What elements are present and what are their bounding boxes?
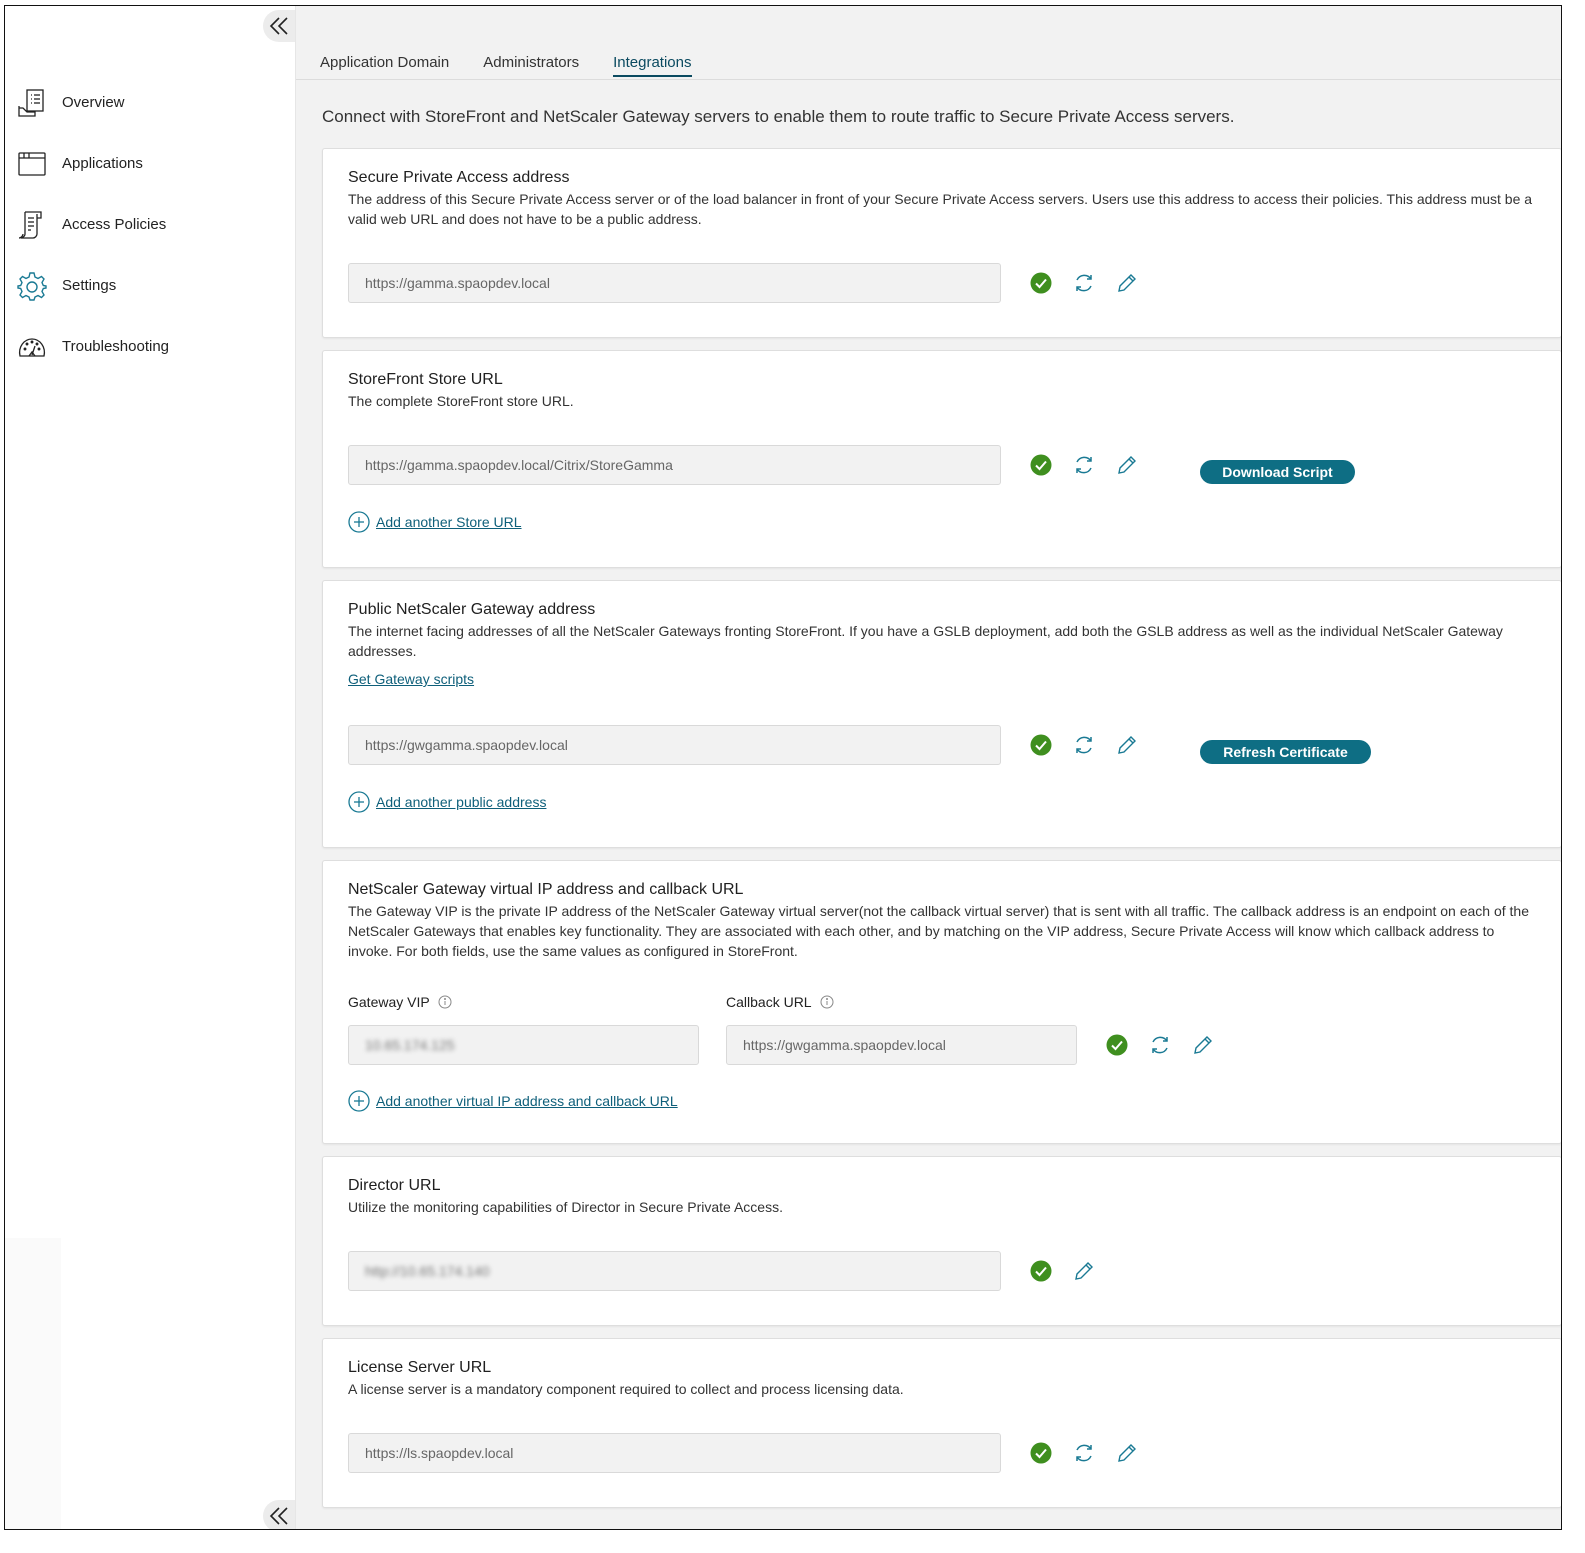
sidebar-nav: Overview Applications Access Policies Se… <box>17 72 169 377</box>
tab-bar: Application Domain Administrators Integr… <box>320 54 692 77</box>
sidebar-item-access-policies[interactable]: Access Policies <box>17 194 169 255</box>
callback-url-label: Callback URL <box>726 994 834 1010</box>
edit-pencil-icon[interactable] <box>1115 272 1138 295</box>
license-server-field[interactable]: https://ls.spaopdev.local <box>348 1433 1001 1473</box>
status-check-icon <box>1029 1260 1052 1283</box>
edit-pencil-icon[interactable] <box>1072 1260 1095 1283</box>
sidebar-item-troubleshooting[interactable]: Troubleshooting <box>17 316 169 377</box>
add-store-url-label[interactable]: Add another Store URL <box>376 514 522 530</box>
page-intro: Connect with StoreFront and NetScaler Ga… <box>322 107 1235 126</box>
sidebar-item-overview[interactable]: Overview <box>17 72 169 133</box>
card-description: Utilize the monitoring capabilities of D… <box>348 1199 783 1215</box>
sidebar-item-label: Applications <box>62 155 143 172</box>
collapse-sidebar-button-bottom[interactable] <box>263 1500 295 1529</box>
overview-icon <box>17 88 47 118</box>
add-public-address-label[interactable]: Add another public address <box>376 794 546 810</box>
gauge-icon <box>17 332 47 362</box>
status-check-icon <box>1029 454 1052 477</box>
public-gateway-field[interactable]: https://gwgamma.spaopdev.local <box>348 725 1001 765</box>
refresh-icon[interactable] <box>1072 734 1095 757</box>
download-script-button[interactable]: Download Script <box>1200 460 1355 484</box>
sidebar-item-label: Overview <box>62 94 125 111</box>
spa-address-field[interactable]: https://gamma.spaopdev.local <box>348 263 1001 303</box>
get-gateway-scripts-link[interactable]: Get Gateway scripts <box>348 671 474 687</box>
director-card: Director URL Utilize the monitoring capa… <box>322 1156 1561 1326</box>
edit-pencil-icon[interactable] <box>1191 1034 1214 1057</box>
add-circle-icon <box>348 1090 370 1112</box>
card-title: Director URL <box>348 1177 441 1194</box>
edit-pencil-icon[interactable] <box>1115 734 1138 757</box>
card-title: License Server URL <box>348 1359 492 1376</box>
gear-icon <box>17 271 47 301</box>
tab-divider <box>296 79 1561 80</box>
card-title: Secure Private Access address <box>348 169 570 186</box>
storefront-card: StoreFront Store URL The complete StoreF… <box>322 350 1561 568</box>
card-description: The Gateway VIP is the private IP addres… <box>348 903 1529 959</box>
applications-icon <box>17 149 47 179</box>
access-policies-icon <box>17 210 47 240</box>
status-check-icon <box>1105 1034 1128 1057</box>
vip-callback-card: NetScaler Gateway virtual IP address and… <box>322 860 1561 1144</box>
status-check-icon <box>1029 1442 1052 1465</box>
director-url-field[interactable]: http://10.65.174.140 <box>348 1251 1001 1291</box>
info-icon[interactable] <box>820 995 834 1009</box>
info-icon[interactable] <box>438 995 452 1009</box>
refresh-certificate-button[interactable]: Refresh Certificate <box>1200 740 1371 764</box>
add-vip-callback-label[interactable]: Add another virtual IP address and callb… <box>376 1093 678 1109</box>
card-description: A license server is a mandatory componen… <box>348 1381 904 1397</box>
edit-pencil-icon[interactable] <box>1115 454 1138 477</box>
add-vip-callback-link[interactable]: Add another virtual IP address and callb… <box>348 1090 678 1112</box>
callback-url-field[interactable]: https://gwgamma.spaopdev.local <box>726 1025 1077 1065</box>
add-circle-icon <box>348 511 370 533</box>
sidebar-item-label: Troubleshooting <box>62 338 170 355</box>
double-chevron-left-icon <box>269 1507 288 1525</box>
storefront-url-field[interactable]: https://gamma.spaopdev.local/Citrix/Stor… <box>348 445 1001 485</box>
tab-integrations[interactable]: Integrations <box>613 54 692 77</box>
license-server-card: License Server URL A license server is a… <box>322 1338 1561 1508</box>
gateway-vip-field[interactable]: 10.65.174.125 <box>348 1025 699 1065</box>
status-check-icon <box>1029 734 1052 757</box>
refresh-icon[interactable] <box>1072 1442 1095 1465</box>
tab-application-domain[interactable]: Application Domain <box>320 54 449 77</box>
card-description: The address of this Secure Private Acces… <box>348 191 1533 227</box>
app-window: Overview Applications Access Policies Se… <box>4 5 1562 1530</box>
tab-administrators[interactable]: Administrators <box>483 54 579 77</box>
edit-pencil-icon[interactable] <box>1115 1442 1138 1465</box>
sidebar-item-settings[interactable]: Settings <box>17 255 169 316</box>
double-chevron-left-icon <box>269 17 288 35</box>
sidebar: Overview Applications Access Policies Se… <box>5 6 296 1529</box>
card-description: The complete StoreFront store URL. <box>348 393 574 409</box>
refresh-icon[interactable] <box>1072 272 1095 295</box>
card-title: StoreFront Store URL <box>348 371 503 388</box>
collapse-sidebar-button[interactable] <box>263 10 295 42</box>
add-public-address-link[interactable]: Add another public address <box>348 791 546 813</box>
refresh-icon[interactable] <box>1148 1034 1171 1057</box>
add-store-url-link[interactable]: Add another Store URL <box>348 511 522 533</box>
add-circle-icon <box>348 791 370 813</box>
sidebar-item-applications[interactable]: Applications <box>17 133 169 194</box>
card-description: The internet facing addresses of all the… <box>348 623 1503 659</box>
spa-address-card: Secure Private Access address The addres… <box>322 148 1561 338</box>
card-title: NetScaler Gateway virtual IP address and… <box>348 881 744 898</box>
sidebar-item-label: Access Policies <box>62 216 167 233</box>
sidebar-item-label: Settings <box>62 277 117 294</box>
status-check-icon <box>1029 272 1052 295</box>
refresh-icon[interactable] <box>1072 454 1095 477</box>
public-gateway-card: Public NetScaler Gateway address The int… <box>322 580 1561 848</box>
card-title: Public NetScaler Gateway address <box>348 601 596 618</box>
gateway-vip-label: Gateway VIP <box>348 994 452 1010</box>
main-content: Application Domain Administrators Integr… <box>296 6 1561 1529</box>
